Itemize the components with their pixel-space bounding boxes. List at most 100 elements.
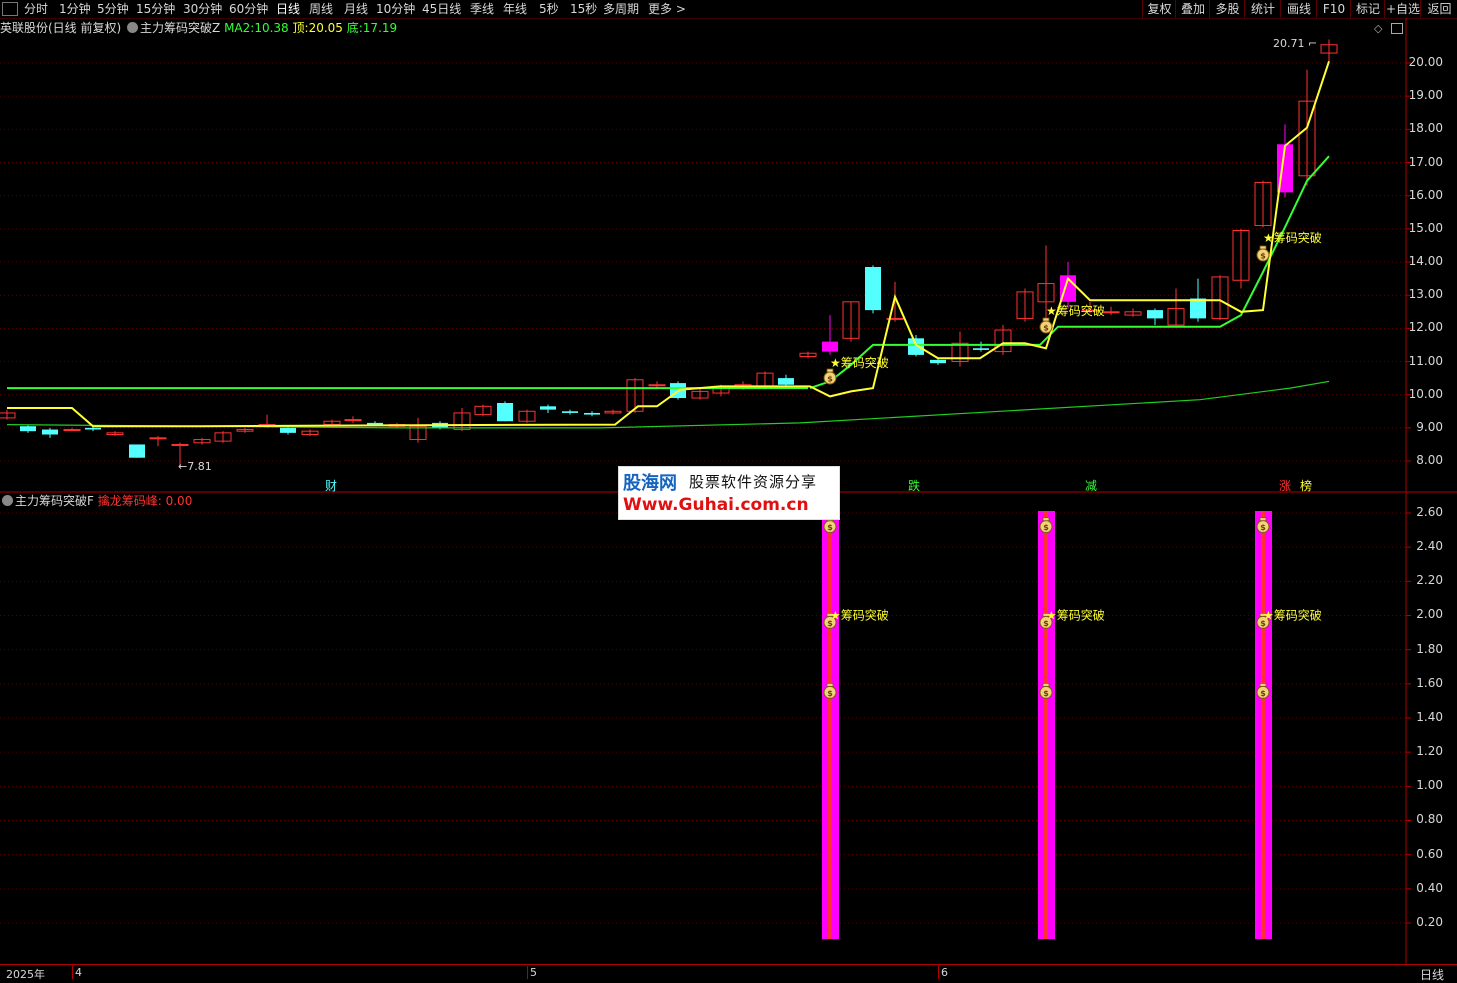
candle-body [129, 444, 145, 458]
period-tab-11[interactable]: 季线 [470, 1, 494, 17]
sub-y-tick: 1.00 [1416, 778, 1443, 793]
svg-text:$: $ [827, 523, 833, 532]
kline-chart[interactable]: $ ★筹码突破 $ ★筹码突破 $ ★筹码突破 [0, 18, 1457, 493]
toolbar-button-5[interactable]: F10 [1316, 0, 1351, 18]
toolbar-button-7[interactable]: +自选 [1384, 0, 1421, 18]
svg-text:$: $ [827, 689, 833, 698]
sub-y-tick: 0.40 [1416, 880, 1443, 895]
toolbar-button-2[interactable]: 多股 [1209, 0, 1245, 18]
candle-body [497, 402, 513, 422]
period-tab-7[interactable]: 周线 [309, 1, 333, 17]
period-tab-14[interactable]: 15秒 [570, 1, 597, 17]
candle-body [908, 338, 924, 355]
sub-y-tick: 0.20 [1416, 914, 1443, 929]
svg-text:$: $ [1043, 689, 1049, 698]
sub-signal-text: ★筹码突破 [830, 607, 889, 622]
candle-body [367, 422, 383, 425]
period-tab-10[interactable]: 45日线 [422, 1, 461, 17]
candle-body [42, 429, 58, 435]
main-y-tick: 13.00 [1408, 287, 1443, 302]
date-label-year: 2025年 [6, 968, 45, 981]
svg-text:$: $ [1260, 523, 1266, 532]
main-y-tick: 8.00 [1416, 453, 1443, 468]
svg-text:$: $ [1043, 523, 1049, 532]
bottom-line [809, 155, 1330, 390]
signal-text: ★筹码突破 [1263, 230, 1322, 245]
candle-body [149, 437, 167, 440]
sub-y-tick: 1.80 [1416, 641, 1443, 656]
toolbar-button-0[interactable]: 复权 [1142, 0, 1176, 18]
money-bag-icon: $ [1256, 245, 1270, 262]
main-y-tick: 19.00 [1408, 88, 1443, 103]
main-y-tick: 11.00 [1408, 353, 1443, 368]
svg-text:$: $ [1043, 324, 1049, 333]
period-tab-1[interactable]: 1分钟 [59, 1, 91, 17]
date-label-may: 5 [527, 966, 537, 979]
period-tab-15[interactable]: 多周期 [603, 1, 639, 17]
toolbar-button-8[interactable]: 返回 [1420, 0, 1457, 18]
date-axis [0, 964, 1457, 983]
toolbar-button-6[interactable]: 标记 [1350, 0, 1385, 18]
panel-toggle-icon[interactable] [2, 2, 18, 16]
period-tab-6[interactable]: 日线 [276, 1, 300, 17]
money-bag-icon: $ [823, 368, 837, 385]
sub-y-tick: 2.60 [1416, 505, 1443, 519]
signal-text: ★筹码突破 [1046, 303, 1105, 318]
candle-body [562, 411, 578, 413]
period-tab-9[interactable]: 10分钟 [376, 1, 415, 17]
candle-body [865, 266, 881, 311]
candle-body [171, 443, 189, 446]
signal-bar-core [1044, 511, 1048, 940]
svg-text:$: $ [1260, 689, 1266, 698]
top-line [7, 60, 1330, 428]
period-tab-2[interactable]: 5分钟 [97, 1, 129, 17]
watermark-url: Www.Guhai.com.cn [623, 495, 809, 515]
watermark-logo: 股海网 股票软件资源分享 Www.Guhai.com.cn [618, 466, 840, 520]
sub-signal-text: ★筹码突破 [1263, 607, 1322, 622]
period-label[interactable]: 日线 [1420, 966, 1444, 983]
candle-body [584, 412, 600, 415]
money-bag-icon: $ [1039, 317, 1053, 334]
low-marker: ←7.81 [178, 460, 212, 473]
sub-y-tick: 1.40 [1416, 709, 1443, 724]
candle-body [540, 406, 556, 410]
sub-signal-text: ★筹码突破 [1046, 607, 1105, 622]
sub-y-tick: 2.00 [1416, 607, 1443, 622]
candle-body [648, 384, 666, 387]
candle-body [822, 341, 838, 352]
sub-y-tick: 2.40 [1416, 539, 1443, 554]
candle-body [280, 427, 296, 433]
main-y-tick: 20.00 [1408, 55, 1443, 69]
candle-body [1190, 298, 1206, 319]
period-tab-4[interactable]: 30分钟 [183, 1, 222, 17]
toolbar-button-4[interactable]: 画线 [1280, 0, 1317, 18]
toolbar-button-1[interactable]: 叠加 [1175, 0, 1210, 18]
main-y-tick: 17.00 [1408, 154, 1443, 169]
period-toolbar: 分时 1分钟 5分钟 15分钟 30分钟 60分钟 日线 周线 月线 10分钟 45日线 季线 年线 5秒… [0, 0, 1457, 19]
svg-text:$: $ [827, 375, 833, 384]
candle-body [20, 426, 36, 432]
candle-body [1102, 311, 1120, 314]
candle-body [778, 378, 794, 385]
main-y-tick: 15.00 [1408, 220, 1443, 235]
period-tab-12[interactable]: 年线 [503, 1, 527, 17]
toolbar-button-3[interactable]: 统计 [1244, 0, 1281, 18]
sub-y-tick: 1.60 [1416, 675, 1443, 690]
period-tab-16[interactable]: 更多 > [648, 1, 686, 17]
candle-body [930, 359, 946, 364]
sub-indicator-chart[interactable]: $$$★筹码突破$$$★筹码突破$$$★筹码突破 [0, 492, 1457, 965]
period-tab-3[interactable]: 15分钟 [136, 1, 175, 17]
period-tab-13[interactable]: 5秒 [539, 1, 559, 17]
main-y-tick: 12.00 [1408, 320, 1443, 335]
period-tab-8[interactable]: 月线 [344, 1, 368, 17]
period-tab-0[interactable]: 分时 [24, 1, 48, 17]
high-marker: 20.71 ⌐ [1273, 37, 1318, 50]
main-y-tick: 16.00 [1408, 187, 1443, 202]
sub-y-tick: 0.80 [1416, 812, 1443, 827]
candle-body [973, 348, 989, 350]
candle-body [344, 419, 362, 422]
candle-body [85, 427, 101, 430]
main-y-tick: 9.00 [1416, 419, 1443, 434]
watermark-tagline: 股票软件资源分享 [689, 473, 818, 491]
period-tab-5[interactable]: 60分钟 [229, 1, 268, 17]
